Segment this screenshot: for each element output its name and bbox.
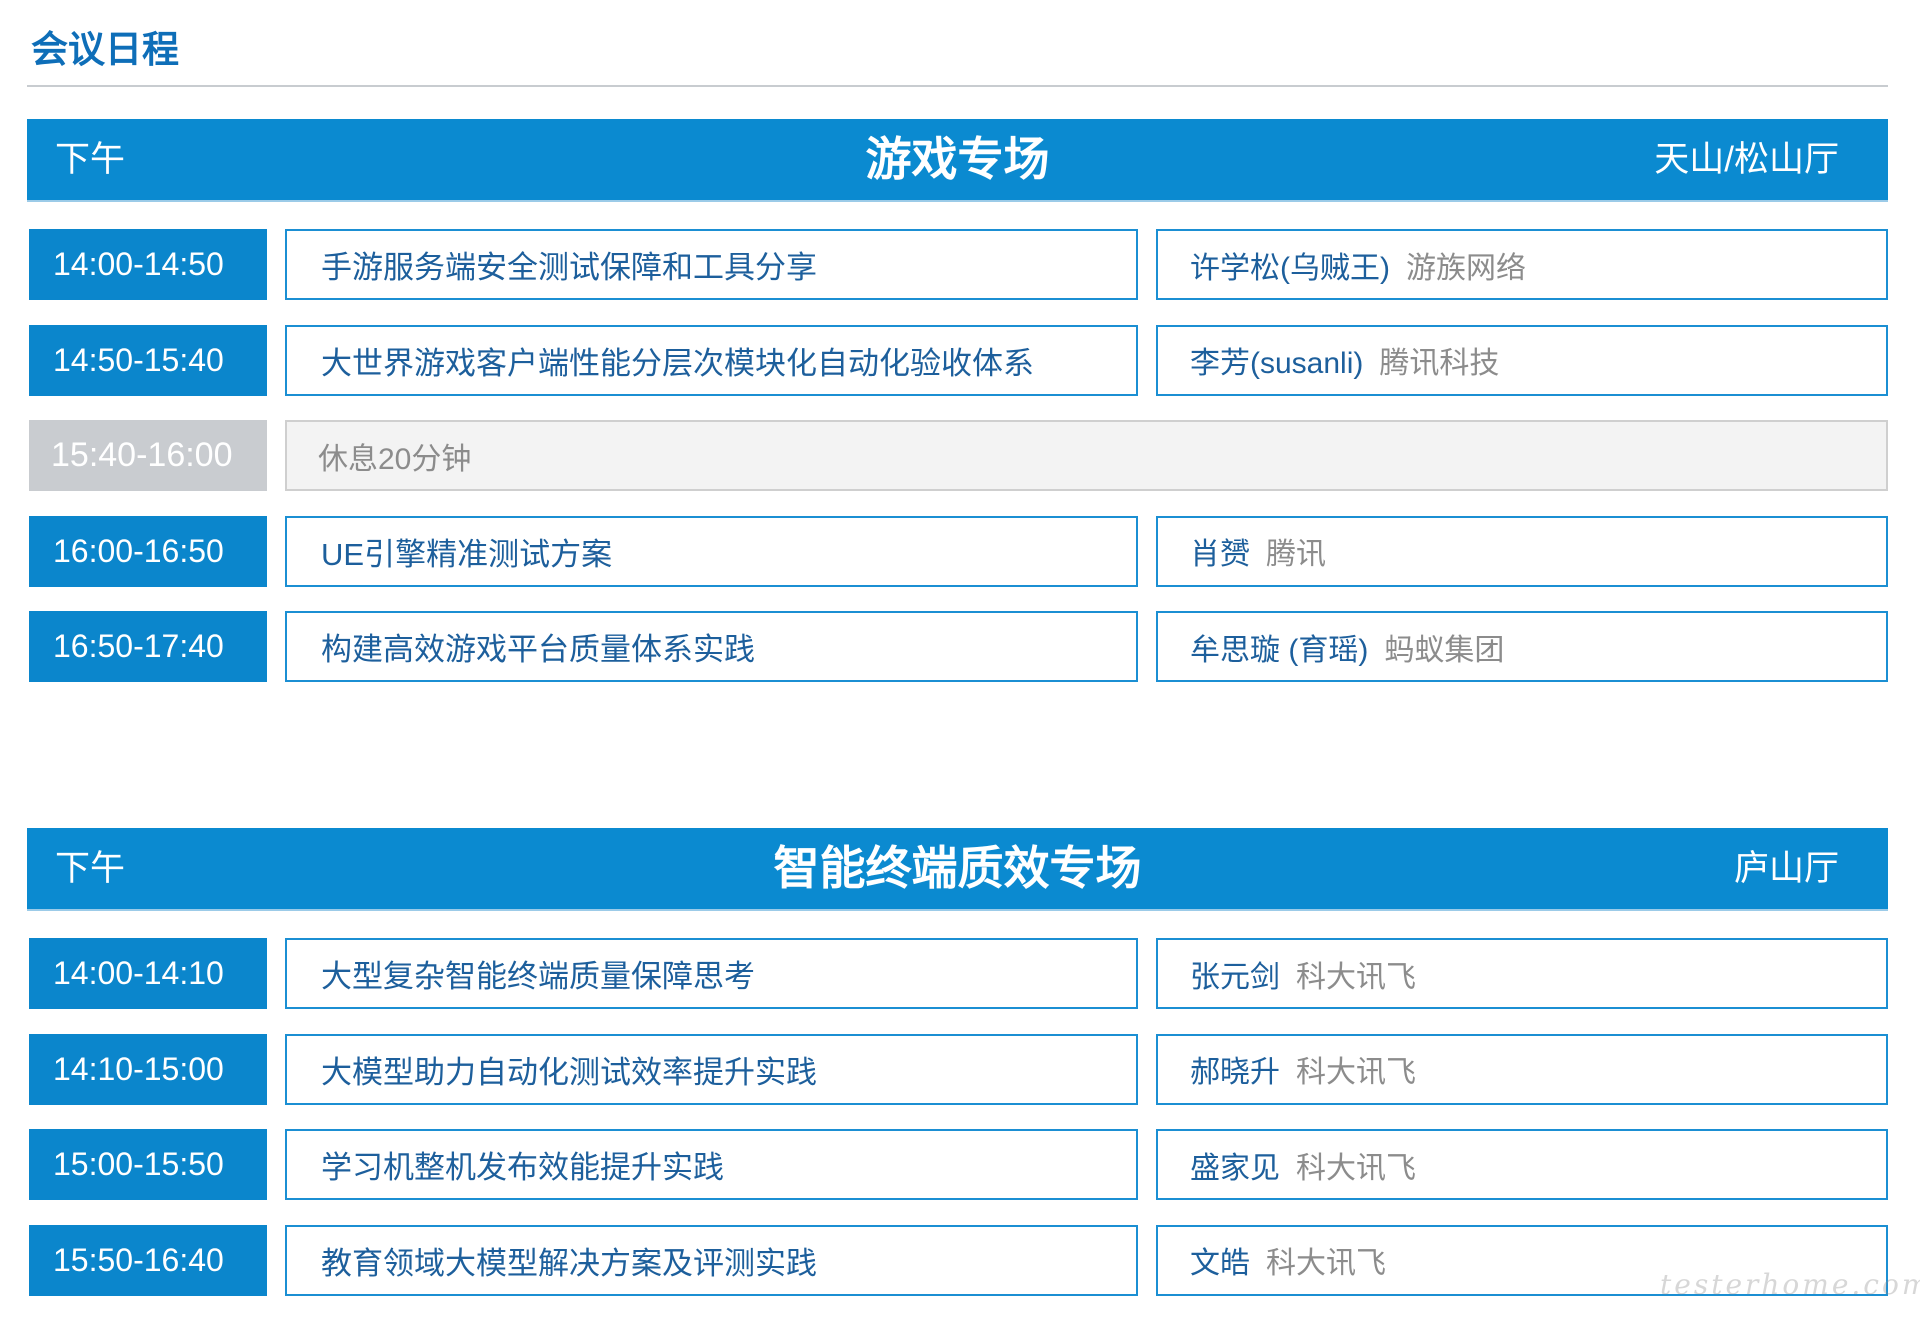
speaker-name: 许学松(乌贼王) bbox=[1190, 251, 1390, 285]
speaker-company: 科大讯飞 bbox=[1296, 960, 1416, 994]
page-title: 会议日程 bbox=[31, 29, 179, 70]
speaker-info: 郝晓升 科大讯飞 bbox=[1156, 1033, 1888, 1105]
speaker-company: 腾讯 bbox=[1266, 538, 1326, 571]
speaker-info: 许学松(乌贼王) 游族网络 bbox=[1156, 229, 1888, 300]
time-slot: 16:00-16:50 bbox=[29, 515, 267, 587]
session-room: 庐山厅 bbox=[1733, 849, 1839, 888]
session-header: 下午 游戏专场 天山/松山厅 bbox=[27, 119, 1888, 202]
speaker-info: 肖赟 腾讯 bbox=[1156, 515, 1888, 587]
speaker-company: 腾讯科技 bbox=[1379, 347, 1500, 380]
talk-title: 学习机整机发布效能提升实践 bbox=[285, 1129, 1138, 1200]
agenda-row: 15:50-16:40 教育领域大模型解决方案及评测实践 文皓 科大讯飞 bbox=[27, 1224, 1888, 1296]
agenda-row: 14:00-14:10 大型复杂智能终端质量保障思考 张元剑 科大讯飞 bbox=[27, 938, 1888, 1009]
break-row: 15:40-16:00 休息20分钟 bbox=[27, 420, 1888, 491]
session-game: 下午 游戏专场 天山/松山厅 14:00-14:50 手游服务端安全测试保障和工… bbox=[27, 119, 1888, 682]
session-header: 下午 智能终端质效专场 庐山厅 bbox=[27, 828, 1888, 911]
agenda-row: 16:50-17:40 构建高效游戏平台质量体系实践 牟思璇 (育瑶) 蚂蚁集团 bbox=[27, 611, 1888, 682]
talk-title: 手游服务端安全测试保障和工具分享 bbox=[285, 229, 1138, 300]
speaker-name: 文皓 bbox=[1190, 1247, 1250, 1280]
speaker-name: 张元剑 bbox=[1190, 960, 1280, 994]
agenda-row: 14:00-14:50 手游服务端安全测试保障和工具分享 许学松(乌贼王) 游族… bbox=[27, 229, 1888, 300]
talk-title: 教育领域大模型解决方案及评测实践 bbox=[285, 1224, 1138, 1296]
speaker-info: 牟思璇 (育瑶) 蚂蚁集团 bbox=[1156, 611, 1888, 682]
agenda-row: 15:00-15:50 学习机整机发布效能提升实践 盛家见 科大讯飞 bbox=[27, 1129, 1888, 1200]
title-divider bbox=[27, 85, 1888, 87]
session-smart-terminal: 下午 智能终端质效专场 庐山厅 14:00-14:10 大型复杂智能终端质量保障… bbox=[27, 828, 1888, 1296]
time-slot: 14:50-15:40 bbox=[29, 324, 267, 396]
agenda-row: 14:50-15:40 大世界游戏客户端性能分层次模块化自动化验收体系 李芳(s… bbox=[27, 324, 1888, 396]
speaker-info: 盛家见 科大讯飞 bbox=[1156, 1129, 1888, 1200]
time-slot: 14:00-14:10 bbox=[29, 938, 267, 1009]
talk-title: 大型复杂智能终端质量保障思考 bbox=[285, 938, 1138, 1009]
talk-title: 构建高效游戏平台质量体系实践 bbox=[285, 611, 1138, 682]
time-slot: 14:10-15:00 bbox=[29, 1033, 267, 1105]
time-slot: 15:50-16:40 bbox=[29, 1224, 267, 1296]
speaker-name: 肖赟 bbox=[1190, 538, 1250, 571]
session-room: 天山/松山厅 bbox=[1654, 140, 1839, 179]
talk-title: 大世界游戏客户端性能分层次模块化自动化验收体系 bbox=[285, 324, 1138, 396]
speaker-company: 游族网络 bbox=[1405, 251, 1526, 285]
speaker-name: 李芳(susanli) bbox=[1190, 347, 1364, 380]
break-time-slot: 15:40-16:00 bbox=[29, 420, 267, 491]
talk-title: UE引擎精准测试方案 bbox=[285, 515, 1138, 587]
speaker-company: 科大讯飞 bbox=[1296, 1151, 1416, 1185]
speaker-info: 李芳(susanli) 腾讯科技 bbox=[1156, 324, 1888, 396]
agenda-row: 16:00-16:50 UE引擎精准测试方案 肖赟 腾讯 bbox=[27, 515, 1888, 587]
speaker-info: 文皓 科大讯飞 bbox=[1156, 1224, 1888, 1296]
speaker-name: 牟思璇 (育瑶) bbox=[1190, 633, 1369, 667]
speaker-name: 郝晓升 bbox=[1190, 1056, 1280, 1089]
agenda-row: 14:10-15:00 大模型助力自动化测试效率提升实践 郝晓升 科大讯飞 bbox=[27, 1033, 1888, 1105]
break-label: 休息20分钟 bbox=[285, 420, 1888, 491]
talk-title: 大模型助力自动化测试效率提升实践 bbox=[285, 1033, 1138, 1105]
session-title: 游戏专场 bbox=[865, 133, 1050, 185]
time-slot: 16:50-17:40 bbox=[29, 611, 267, 682]
time-slot: 14:00-14:50 bbox=[29, 229, 267, 300]
speaker-info: 张元剑 科大讯飞 bbox=[1156, 938, 1888, 1009]
speaker-company: 蚂蚁集团 bbox=[1384, 633, 1505, 667]
session-title: 智能终端质效专场 bbox=[773, 842, 1142, 894]
speaker-company: 科大讯飞 bbox=[1296, 1056, 1416, 1089]
speaker-name: 盛家见 bbox=[1190, 1151, 1280, 1185]
speaker-company: 科大讯飞 bbox=[1266, 1247, 1386, 1280]
time-slot: 15:00-15:50 bbox=[29, 1129, 267, 1200]
